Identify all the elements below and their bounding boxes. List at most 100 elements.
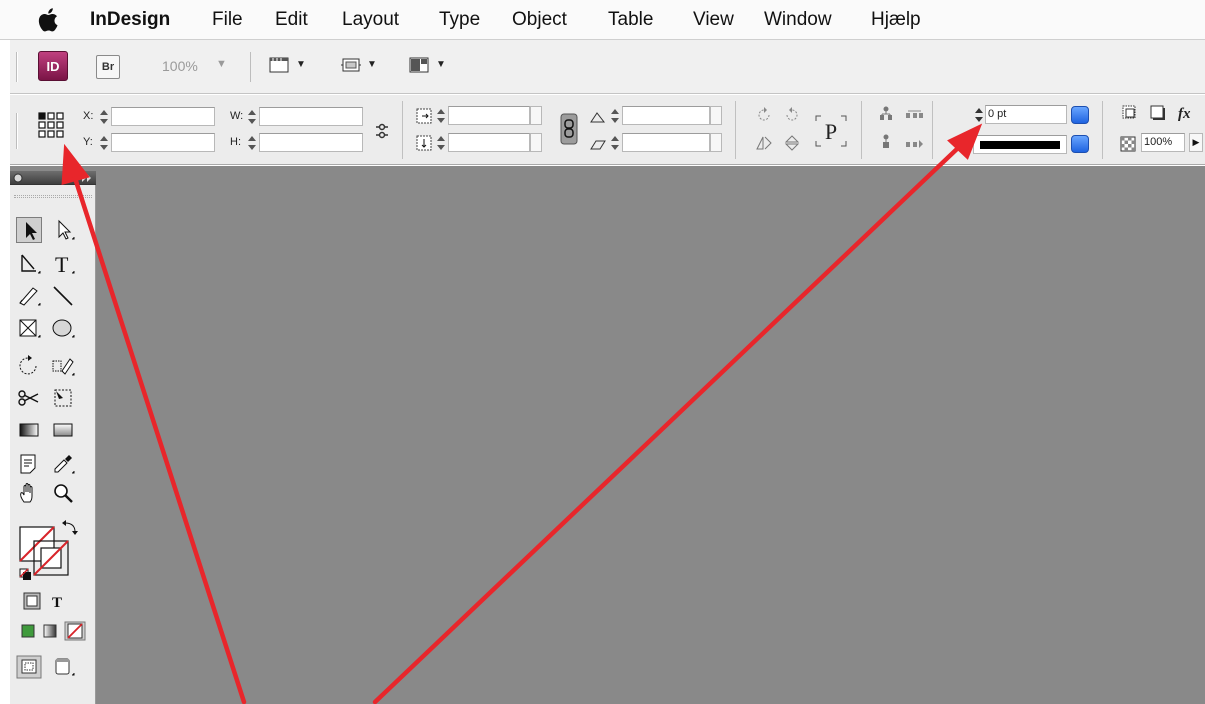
close-panel-icon[interactable] [13, 173, 23, 183]
formatting-affects-container-icon[interactable] [22, 591, 42, 611]
tools-panel-header[interactable] [10, 171, 96, 185]
width-field[interactable] [259, 107, 363, 126]
x-stepper-icon[interactable] [99, 108, 109, 126]
ellipse-tool[interactable] [50, 315, 76, 341]
fill-stroke-proxy[interactable] [17, 519, 83, 583]
scale-y-dropdown[interactable] [530, 133, 542, 152]
view-options-icon[interactable] [340, 54, 362, 76]
gap-tool[interactable] [50, 385, 76, 411]
shear-angle-field[interactable] [622, 133, 710, 152]
menu-help[interactable]: Hjælp [871, 9, 921, 31]
constrain-proportions-icon[interactable] [372, 121, 392, 141]
formatting-affects-text-icon[interactable]: T [48, 591, 68, 611]
menu-view[interactable]: View [693, 9, 734, 31]
text-wrap-icon[interactable] [1120, 103, 1140, 123]
scale-y-stepper-icon[interactable] [436, 134, 446, 152]
free-transform-tool[interactable] [50, 353, 76, 379]
menu-type[interactable]: Type [439, 9, 480, 31]
appbar-grip[interactable] [16, 52, 18, 82]
scissors-tool[interactable] [16, 385, 42, 411]
stroke-type-field[interactable] [973, 135, 1067, 154]
drop-shadow-icon[interactable] [1148, 103, 1168, 123]
select-content-icon[interactable] [876, 133, 896, 153]
stroke-type-dropdown[interactable] [1071, 135, 1089, 153]
arrange-documents-caret-icon[interactable]: ▼ [436, 59, 446, 70]
flip-vertical-icon[interactable] [782, 133, 802, 153]
zoom-tool[interactable] [50, 481, 76, 507]
rectangle-frame-tool[interactable] [16, 315, 42, 341]
apple-icon[interactable] [36, 6, 62, 34]
scale-x-dropdown[interactable] [530, 106, 542, 125]
effects-fx-icon[interactable]: fx [1176, 103, 1196, 123]
h-stepper-icon[interactable] [247, 134, 257, 152]
apply-none-icon[interactable] [64, 621, 86, 641]
gradient-feather-tool[interactable] [50, 417, 76, 443]
opacity-field[interactable]: 100% [1141, 133, 1185, 152]
rotate-counterclockwise-icon[interactable] [782, 105, 802, 125]
zoom-dropdown-icon[interactable]: ▼ [216, 58, 227, 70]
y-stepper-icon[interactable] [99, 134, 109, 152]
selection-tool[interactable] [16, 217, 42, 243]
scale-y-field[interactable] [448, 133, 530, 152]
rotation-stepper-icon[interactable] [610, 107, 620, 125]
chain-link-icon[interactable] [560, 113, 578, 145]
arrange-documents-icon[interactable] [408, 54, 430, 76]
view-options-caret-icon[interactable]: ▼ [367, 59, 377, 70]
preview-mode-icon[interactable] [50, 655, 76, 679]
shear-stepper-icon[interactable] [610, 134, 620, 152]
gap-icon [54, 389, 72, 407]
control-panel-grip[interactable] [16, 113, 18, 149]
rotate-icon [19, 355, 37, 375]
stroke-weight-stepper-icon[interactable] [974, 106, 984, 124]
opacity-dropdown[interactable]: ▶ [1189, 133, 1203, 152]
screen-mode-icon[interactable] [268, 54, 290, 76]
reference-point-icon[interactable] [37, 111, 65, 139]
y-position-field[interactable] [111, 133, 215, 152]
height-field[interactable] [259, 133, 363, 152]
apply-color-icon[interactable] [20, 623, 36, 639]
rotate-clockwise-icon[interactable] [754, 105, 774, 125]
menu-object[interactable]: Object [512, 9, 567, 31]
menu-table[interactable]: Table [608, 9, 653, 31]
gradient-swatch-tool[interactable] [16, 417, 42, 443]
select-next-object-icon[interactable] [904, 133, 924, 153]
rotate-tool[interactable] [16, 353, 42, 379]
select-container-icon[interactable] [876, 105, 896, 125]
document-workspace[interactable] [10, 166, 1205, 704]
x-position-field[interactable] [111, 107, 215, 126]
screen-mode-caret-icon[interactable]: ▼ [296, 59, 306, 70]
menu-app-name[interactable]: InDesign [90, 9, 170, 31]
type-tool[interactable]: T [50, 251, 76, 277]
flip-horizontal-icon[interactable] [754, 133, 774, 153]
shear-dropdown[interactable] [710, 133, 722, 152]
w-stepper-icon[interactable] [247, 108, 257, 126]
apply-gradient-icon[interactable] [42, 623, 58, 639]
bridge-button[interactable]: Br [96, 55, 120, 79]
scale-x-field[interactable] [448, 106, 530, 125]
scale-x-stepper-icon[interactable] [436, 107, 446, 125]
direction-p-icon[interactable]: P [813, 113, 849, 149]
stroke-weight-field[interactable]: 0 pt [985, 105, 1067, 124]
note-tool[interactable] [16, 451, 42, 477]
pen-tool[interactable] [16, 251, 42, 277]
zoom-level[interactable]: 100% [162, 58, 198, 74]
line-tool[interactable] [50, 283, 76, 309]
hand-tool[interactable] [16, 481, 42, 507]
eyedropper-tool[interactable] [50, 451, 76, 477]
menu-edit[interactable]: Edit [275, 9, 308, 31]
selection-arrow-icon [26, 222, 37, 240]
normal-screen-mode-icon[interactable] [16, 655, 42, 679]
pencil-tool[interactable] [16, 283, 42, 309]
tools-panel-grip[interactable] [14, 195, 92, 198]
magnifier-icon [54, 484, 73, 503]
stroke-weight-dropdown[interactable] [1071, 106, 1089, 124]
menu-layout[interactable]: Layout [342, 9, 399, 31]
menu-file[interactable]: File [212, 9, 243, 31]
h-label: H: [230, 136, 241, 148]
rotation-angle-field[interactable] [622, 106, 710, 125]
select-previous-object-icon[interactable] [904, 105, 924, 125]
expand-panel-icon[interactable] [82, 174, 92, 182]
menu-window[interactable]: Window [764, 9, 832, 31]
direct-selection-tool[interactable] [50, 217, 76, 243]
rotation-dropdown[interactable] [710, 106, 722, 125]
